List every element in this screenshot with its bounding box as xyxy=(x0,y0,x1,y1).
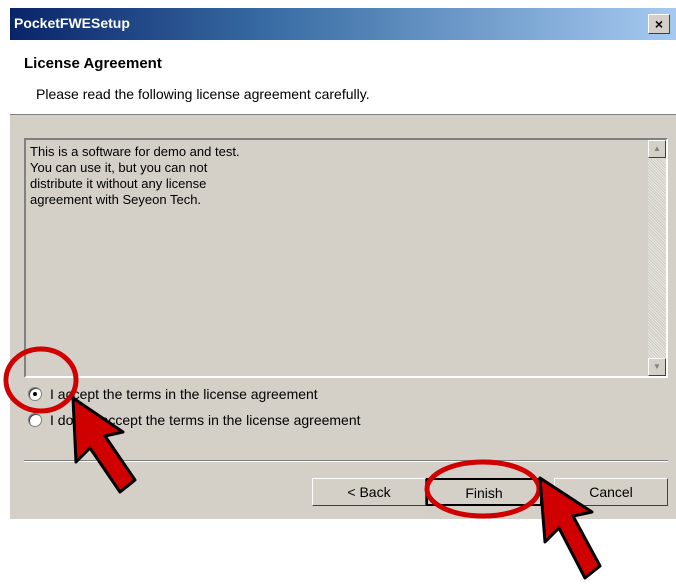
title-bar[interactable]: PocketFWESetup × xyxy=(10,8,676,40)
scroll-up-icon: ▲ xyxy=(653,144,661,153)
cancel-button[interactable]: Cancel xyxy=(554,478,668,506)
finish-button[interactable]: Finish xyxy=(426,478,542,506)
license-text: This is a software for demo and test. Yo… xyxy=(30,144,240,207)
footer-divider xyxy=(24,460,668,462)
close-icon: × xyxy=(654,16,664,32)
window-title: PocketFWESetup xyxy=(14,15,130,31)
license-text-box[interactable]: This is a software for demo and test. Yo… xyxy=(24,138,668,378)
decline-radio[interactable] xyxy=(28,413,42,427)
decline-option[interactable]: I do not accept the terms in the license… xyxy=(28,410,361,430)
close-button[interactable]: × xyxy=(648,14,670,34)
scroll-down-icon: ▼ xyxy=(653,362,661,371)
accept-radio[interactable] xyxy=(28,387,42,401)
page-subtitle: Please read the following license agreem… xyxy=(36,86,370,102)
back-button[interactable]: < Back xyxy=(312,478,426,506)
decline-label[interactable]: I do not accept the terms in the license… xyxy=(50,412,361,428)
header-panel: License Agreement Please read the follow… xyxy=(10,40,676,115)
scroll-down-button[interactable]: ▼ xyxy=(648,358,666,376)
accept-label[interactable]: I accept the terms in the license agreem… xyxy=(50,386,318,402)
accept-option[interactable]: I accept the terms in the license agreem… xyxy=(28,384,318,404)
setup-dialog: PocketFWESetup × License Agreement Pleas… xyxy=(10,8,676,519)
vertical-scrollbar[interactable]: ▲ ▼ xyxy=(648,140,666,376)
page-title: License Agreement xyxy=(24,55,162,72)
scroll-up-button[interactable]: ▲ xyxy=(648,140,666,158)
